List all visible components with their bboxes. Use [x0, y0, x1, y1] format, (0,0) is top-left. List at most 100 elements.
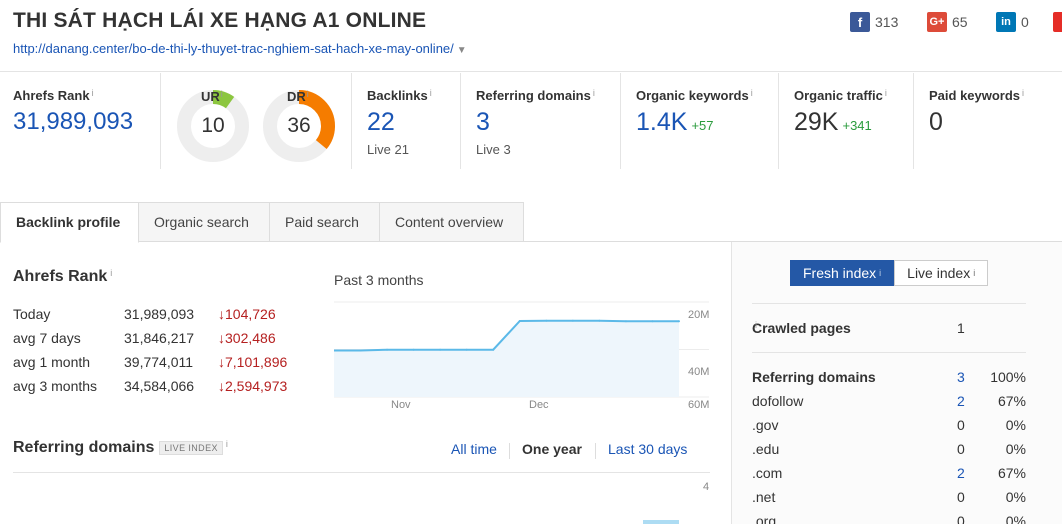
ur-gauge: URi 10 — [177, 89, 249, 162]
filter-one-year[interactable]: One year — [522, 441, 582, 457]
rank-section-title-text: Ahrefs Rank — [13, 268, 108, 285]
info-icon[interactable]: i — [1022, 88, 1024, 98]
live-index-button[interactable]: Live index i — [894, 260, 989, 286]
info-icon[interactable]: i — [92, 88, 94, 98]
rank-row-change: ↓104,726 — [218, 306, 276, 322]
stats-row-percent: 0% — [1005, 417, 1026, 433]
stats-row-value[interactable]: 2 — [957, 393, 965, 409]
metric-label: Referring domains — [476, 88, 591, 103]
chart-data-point — [439, 348, 442, 351]
filter-last-30-days[interactable]: Last 30 days — [608, 441, 687, 457]
info-icon[interactable]: i — [430, 88, 432, 98]
stats-row-value[interactable]: 2 — [957, 465, 965, 481]
metric-label: Ahrefs Rank — [13, 88, 90, 103]
fresh-index-label[interactable]: Fresh index — [803, 265, 876, 281]
info-icon[interactable]: i — [973, 268, 975, 278]
stats-row-label: .edu — [752, 441, 780, 457]
google-plus-share[interactable]: G+ 65 — [927, 12, 968, 32]
info-icon[interactable]: i — [110, 268, 112, 278]
metric-delta: +341 — [842, 118, 872, 133]
metric-delta: +57 — [691, 118, 714, 133]
stats-row-referring-domains: Referring domains 3 100% — [752, 369, 1026, 389]
stats-row-value: 0 — [957, 441, 965, 457]
rank-row-label: avg 1 month — [13, 354, 91, 370]
chart-period-label: Past 3 months — [334, 272, 424, 288]
chart-data-point — [386, 348, 389, 351]
info-icon[interactable]: i — [226, 439, 228, 449]
linkedin-icon: in — [996, 12, 1016, 32]
metric-label: Organic traffic — [794, 88, 883, 103]
stats-row-value: 0 — [957, 513, 965, 524]
rank-row-change: ↓7,101,896 — [218, 354, 288, 370]
filter-divider — [595, 443, 596, 459]
metric-backlinks: Backlinks i 22 Live 21 — [351, 73, 459, 169]
rank-row-value: 31,846,217 — [124, 330, 195, 346]
info-icon[interactable]: i — [885, 88, 887, 98]
chart-data-point — [651, 320, 654, 323]
metric-value[interactable]: 31,989,093 — [13, 108, 133, 136]
info-icon[interactable]: i — [593, 88, 595, 98]
stats-row-value: 0 — [957, 417, 965, 433]
metric-label: Backlinks — [367, 88, 428, 103]
chart-data-point — [545, 319, 548, 322]
metric-value[interactable]: 1.4K — [636, 108, 687, 136]
youtube-share[interactable] — [1053, 12, 1062, 32]
info-icon[interactable]: i — [879, 268, 881, 278]
info-icon[interactable]: i — [307, 89, 309, 99]
tab-paid-search[interactable]: Paid search — [269, 202, 380, 242]
rank-row-value: 31,989,093 — [124, 306, 195, 322]
stats-row-org: .org 0 0% — [752, 513, 1026, 524]
metric-value[interactable]: 22 — [367, 108, 459, 137]
tab-content-overview[interactable]: Content overview — [379, 202, 524, 242]
info-icon[interactable]: i — [751, 88, 753, 98]
metric-label: Paid keywords — [929, 88, 1021, 103]
stats-row-value[interactable]: 3 — [957, 369, 965, 385]
metric-value: 0 — [929, 108, 943, 136]
tab-organic-search[interactable]: Organic search — [138, 202, 270, 242]
rank-row-change: ↓302,486 — [218, 330, 276, 346]
chart-y-tick: 4 — [703, 481, 710, 493]
metric-organic-keywords: Organic keywords i 1.4K +57 — [620, 73, 777, 169]
linkedin-count: 0 — [1021, 14, 1029, 30]
tab-backlink-profile[interactable]: Backlink profile — [0, 202, 139, 243]
fresh-index-button[interactable]: Fresh index i — [790, 260, 895, 286]
linkedin-share[interactable]: in 0 — [996, 12, 1029, 32]
info-icon[interactable]: i — [221, 89, 223, 99]
stats-row-percent: 67% — [997, 393, 1026, 409]
report-tabs: Backlink profile Organic search Paid sea… — [0, 202, 1062, 243]
filter-all-time[interactable]: All time — [451, 441, 497, 457]
rank-section-title: Ahrefs Rank i — [13, 268, 112, 286]
chart-bar-partial — [643, 520, 679, 524]
info-icon[interactable]: i — [755, 320, 757, 330]
ur-value: 10 — [201, 114, 225, 137]
rank-row-label: Today — [13, 306, 51, 322]
stats-row-label: .net — [752, 489, 776, 505]
target-url-text[interactable]: http://danang.center/bo-de-thi-ly-thuyet… — [13, 41, 454, 56]
page-title: THI SÁT HẠCH LÁI XE HẠNG A1 ONLINE — [13, 9, 427, 32]
chart-data-point — [359, 349, 362, 352]
chevron-down-icon[interactable]: ▼ — [457, 45, 467, 56]
google-plus-icon: G+ — [927, 12, 947, 32]
facebook-share[interactable]: f 313 — [850, 12, 898, 32]
index-stats-panel: Fresh index i Live index i Crawled pages i … — [731, 242, 1062, 524]
dr-value: 36 — [287, 114, 311, 137]
metric-ur-dr: URi 10 DRi 36 — [160, 73, 350, 169]
metric-label: Organic keywords — [636, 88, 749, 103]
index-toggle: Fresh index i Live index i — [790, 260, 989, 286]
target-url[interactable]: http://danang.center/bo-de-thi-ly-thuyet… — [13, 41, 467, 56]
stats-row-percent: 67% — [997, 465, 1026, 481]
rank-row-label: avg 3 months — [13, 378, 98, 394]
metric-value[interactable]: 3 — [476, 108, 619, 137]
metric-paid-keywords: Paid keywords i 0 — [913, 73, 1062, 169]
chart-data-point — [624, 320, 627, 323]
youtube-icon — [1053, 12, 1062, 32]
metric-ahrefs-rank: Ahrefs Rank i 31,989,093 — [13, 88, 133, 184]
facebook-count: 313 — [875, 14, 899, 30]
rank-row-value: 34,584,066 — [124, 378, 195, 394]
rank-row-value: 39,774,011 — [124, 354, 194, 370]
live-index-label[interactable]: Live index — [907, 265, 970, 281]
chart-area-fill — [334, 320, 679, 397]
google-plus-count: 65 — [952, 14, 968, 30]
chart-data-point — [412, 348, 415, 351]
referring-section-title-text: Referring domains — [13, 439, 155, 456]
